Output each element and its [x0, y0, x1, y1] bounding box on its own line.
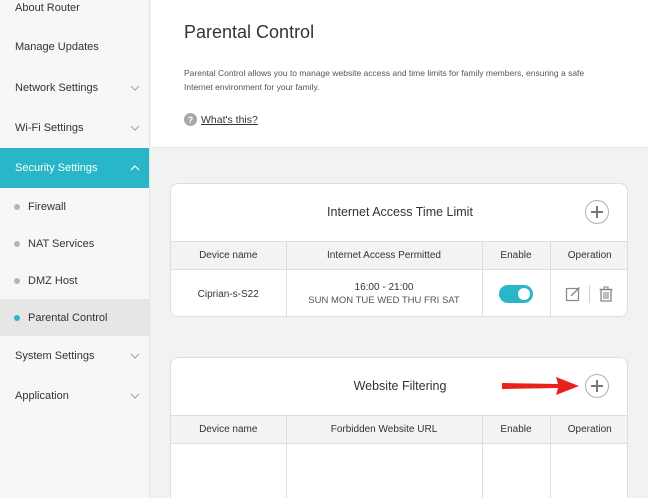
page-description: Parental Control allows you to manage we…: [184, 68, 585, 92]
sidebar-item-label: About Router: [15, 2, 80, 14]
chevron-down-icon: [130, 393, 140, 399]
sidebar-item-network-settings[interactable]: Network Settings: [0, 68, 149, 108]
column-header: Operation: [550, 415, 627, 444]
chevron-down-icon: [130, 125, 140, 131]
sidebar-subitem-parental-control[interactable]: Parental Control: [0, 299, 149, 336]
operation-buttons: [551, 285, 628, 304]
time-range: 16:00 - 21:00: [354, 282, 414, 294]
sidebar-item-label: Application: [15, 390, 69, 402]
page-title: Parental Control: [184, 22, 315, 42]
sidebar-item-security-settings[interactable]: Security Settings: [0, 148, 149, 188]
sidebar: About Router Manage Updates Network Sett…: [0, 0, 150, 498]
sidebar-item-label: NAT Services: [28, 237, 95, 250]
card-title: Internet Access Time Limit: [327, 205, 473, 219]
bullet-icon: [14, 314, 20, 321]
sidebar-item-label: Wi-Fi Settings: [15, 122, 84, 134]
empty-cell: [171, 443, 287, 498]
sidebar-item-label: Firewall: [28, 200, 66, 213]
sidebar-item-manage-updates[interactable]: Manage Updates: [0, 26, 149, 68]
column-header: Enable: [482, 241, 551, 270]
main-content: Parental Control Parental Control allows…: [151, 0, 648, 498]
bullet-icon: [14, 203, 20, 210]
sidebar-item-wifi-settings[interactable]: Wi-Fi Settings: [0, 108, 149, 148]
chevron-up-icon: [130, 165, 140, 171]
sidebar-item-application[interactable]: Application: [0, 376, 149, 416]
chevron-down-icon: [130, 353, 140, 359]
sidebar-item-about-router[interactable]: About Router: [0, 0, 149, 26]
sidebar-item-system-settings[interactable]: System Settings: [0, 336, 149, 376]
edit-icon[interactable]: [565, 286, 581, 302]
website-filtering-table: Device name Forbidden Website URL Enable…: [171, 415, 627, 498]
sidebar-item-label: DMZ Host: [28, 274, 78, 287]
column-header: Internet Access Permitted: [286, 241, 483, 270]
sidebar-item-label: Network Settings: [15, 82, 99, 94]
chevron-down-icon: [130, 85, 140, 91]
time-limit-card: Internet Access Time Limit Device name I…: [170, 183, 628, 317]
toggle-knob: [518, 288, 530, 301]
time-limit-table: Device name Internet Access Permitted En…: [171, 241, 628, 316]
sidebar-item-label: System Settings: [15, 350, 95, 362]
question-icon: ?: [184, 113, 197, 126]
divider: [589, 285, 591, 304]
operation-cell: [550, 269, 628, 316]
add-website-filter-button[interactable]: [585, 374, 609, 398]
access-time-cell: 16:00 - 21:00 SUN MON TUE WED THU FRI SA…: [286, 269, 483, 316]
add-time-limit-button[interactable]: [585, 200, 609, 224]
red-arrow-annotation: [502, 377, 579, 395]
sidebar-subitem-dmz-host[interactable]: DMZ Host: [0, 262, 149, 299]
device-name-cell: Ciprian-s-S22: [171, 269, 287, 316]
column-header: Operation: [550, 241, 627, 270]
trash-icon[interactable]: [598, 286, 614, 302]
help-link-row: ? What's this?: [184, 113, 258, 126]
page-header: Parental Control Parental Control allows…: [151, 0, 648, 148]
bullet-icon: [14, 240, 20, 247]
column-header: Device name: [171, 241, 287, 270]
empty-cell: [482, 443, 551, 498]
sidebar-item-label: Security Settings: [15, 162, 98, 174]
empty-cell: [550, 443, 627, 498]
table-header-row: Device name Internet Access Permitted En…: [171, 241, 627, 270]
sidebar-item-label: Manage Updates: [15, 41, 99, 53]
empty-cell: [286, 443, 483, 498]
days-list: SUN MON TUE WED THU FRI SAT: [308, 295, 460, 307]
column-header: Forbidden Website URL: [286, 415, 483, 444]
sidebar-subitem-firewall[interactable]: Firewall: [0, 188, 149, 225]
whats-this-link[interactable]: What's this?: [201, 114, 258, 126]
table-header-row: Device name Forbidden Website URL Enable…: [171, 415, 627, 444]
table-row-empty: [171, 443, 627, 498]
sidebar-subitem-nat-services[interactable]: NAT Services: [0, 225, 149, 262]
column-header: Device name: [171, 415, 287, 444]
enable-cell: [482, 269, 551, 316]
enable-toggle[interactable]: [499, 285, 533, 304]
table-row: Ciprian-s-S22 16:00 - 21:00 SUN MON TUE …: [171, 269, 628, 316]
sidebar-item-label: Parental Control: [28, 311, 108, 324]
column-header: Enable: [482, 415, 551, 444]
bullet-icon: [14, 277, 20, 284]
